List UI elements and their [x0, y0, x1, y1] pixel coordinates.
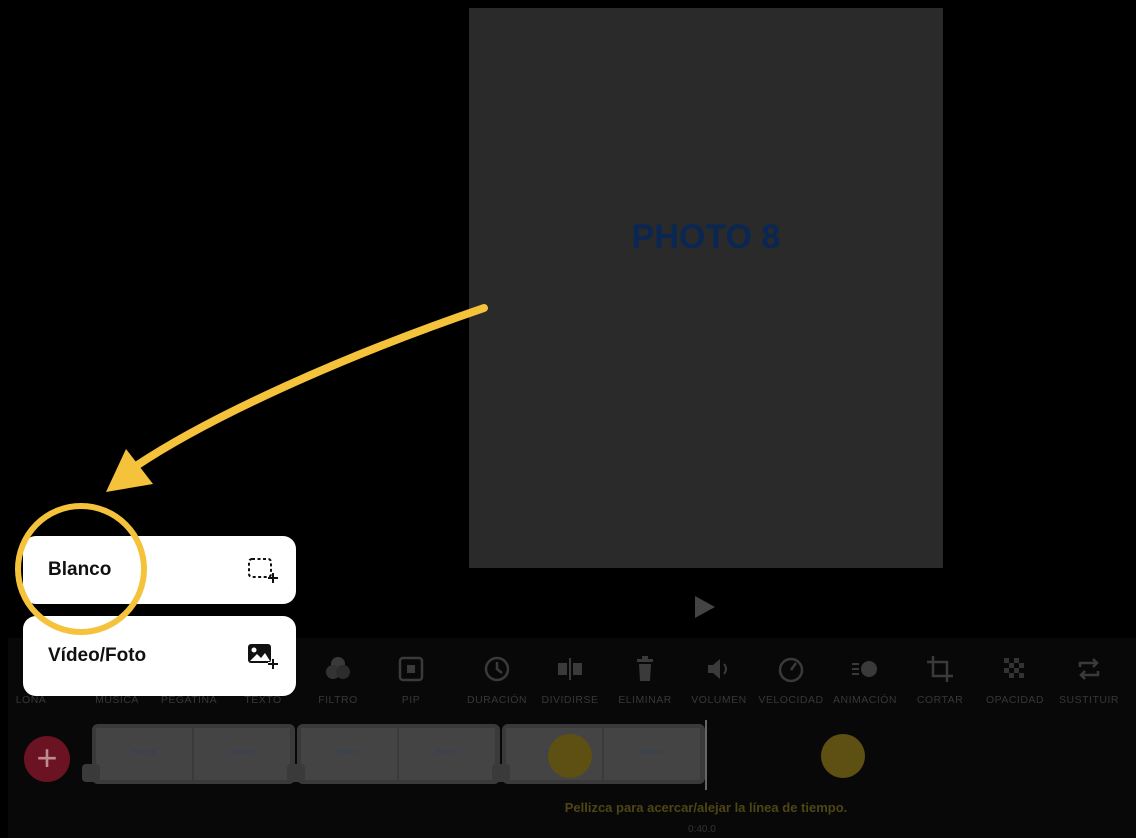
video-editor-app: PHOTO 8 LONA MÚSICA PEGATINA TEXTO FILTR… [8, 8, 1136, 838]
tutorial-annotation [15, 304, 488, 635]
tutorial-highlight-circle-icon [15, 503, 147, 635]
tutorial-arrow-icon [132, 304, 488, 470]
